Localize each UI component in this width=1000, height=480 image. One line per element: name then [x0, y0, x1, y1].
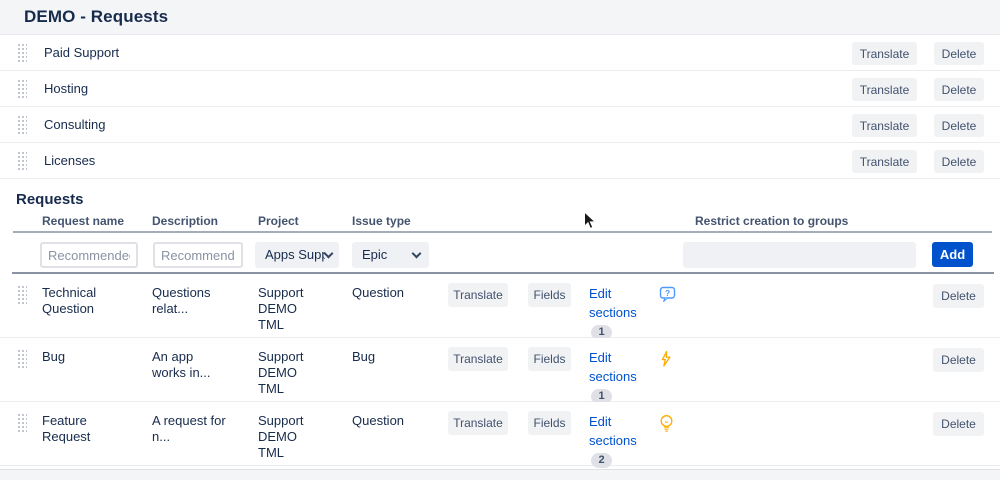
- lightbulb-icon: [659, 414, 674, 438]
- delete-button[interactable]: Delete: [934, 114, 984, 137]
- translate-button[interactable]: Translate: [852, 150, 917, 173]
- fields-button[interactable]: Fields: [528, 411, 571, 435]
- translate-button[interactable]: Translate: [852, 114, 917, 137]
- list-item-hosting: Hosting Translate Delete: [0, 71, 1000, 107]
- translate-button[interactable]: Translate: [448, 283, 508, 307]
- request-name-cell: Technical Question: [42, 285, 118, 317]
- page-title: DEMO - Requests: [24, 7, 168, 27]
- issue-type-select[interactable]: Epic: [352, 242, 429, 268]
- issue-type-cell: Question: [352, 413, 442, 429]
- edit-sections-link[interactable]: Edit sections: [589, 284, 645, 322]
- drag-handle-icon[interactable]: [17, 151, 27, 172]
- project-select[interactable]: Apps Supp: [255, 242, 339, 268]
- translate-button[interactable]: Translate: [852, 42, 917, 65]
- drag-handle-icon[interactable]: [17, 115, 27, 136]
- drag-handle-icon[interactable]: [17, 43, 27, 64]
- question-bubble-icon: ?: [659, 286, 677, 308]
- request-name-input[interactable]: [40, 242, 138, 268]
- drag-handle-icon[interactable]: [17, 285, 27, 306]
- drag-handle-icon[interactable]: [17, 79, 27, 100]
- requests-table-body: Technical Question Questions relat... Su…: [0, 274, 1000, 466]
- column-header-restrict-groups: Restrict creation to groups: [695, 214, 848, 228]
- edit-sections-link[interactable]: Edit sections: [589, 412, 645, 450]
- table-row-bug: Bug An app works in... Support DEMO TML …: [0, 338, 1000, 402]
- edit-sections-link[interactable]: Edit sections: [589, 348, 645, 386]
- table-header-divider: [13, 231, 992, 233]
- lightning-icon: [659, 350, 672, 373]
- request-name-cell: Feature Request: [42, 413, 118, 445]
- translate-button[interactable]: Translate: [852, 78, 917, 101]
- table-row-feature-request: Feature Request A request for n... Suppo…: [0, 402, 1000, 466]
- list-item-paid-support: Paid Support Translate Delete: [0, 35, 1000, 71]
- page-header: DEMO - Requests: [0, 0, 1000, 35]
- list-item-label: Licenses: [44, 143, 95, 179]
- list-item-licenses: Licenses Translate Delete: [0, 143, 1000, 179]
- issue-type-select-value: Epic: [362, 247, 387, 262]
- footer-strip: [0, 469, 1000, 480]
- list-item-label: Paid Support: [44, 35, 119, 71]
- issue-type-cell: Question: [352, 285, 442, 301]
- fields-button[interactable]: Fields: [528, 283, 571, 307]
- sections-count-badge: 2: [591, 453, 612, 468]
- project-cell: Support DEMO TML: [258, 413, 318, 461]
- chevron-down-icon: [412, 249, 422, 259]
- list-item-label: Consulting: [44, 107, 105, 143]
- project-cell: Support DEMO TML: [258, 285, 318, 333]
- column-header-description: Description: [152, 214, 218, 228]
- description-cell: An app works in...: [152, 349, 228, 381]
- delete-button[interactable]: Delete: [934, 42, 984, 65]
- request-type-list: Paid Support Translate Delete Hosting Tr…: [0, 35, 1000, 179]
- demo-requests-page: DEMO - Requests Paid Support Translate D…: [0, 0, 1000, 480]
- issue-type-cell: Bug: [352, 349, 442, 365]
- translate-button[interactable]: Translate: [448, 411, 508, 435]
- delete-button[interactable]: Delete: [933, 284, 984, 308]
- description-cell: Questions relat...: [152, 285, 228, 317]
- mouse-cursor-icon: [583, 211, 597, 236]
- project-cell: Support DEMO TML: [258, 349, 318, 397]
- fields-button[interactable]: Fields: [528, 347, 571, 371]
- column-header-issue-type: Issue type: [352, 214, 411, 228]
- chevron-down-icon: [324, 249, 334, 259]
- column-header-request-name: Request name: [42, 214, 124, 228]
- svg-text:?: ?: [665, 288, 670, 298]
- delete-button[interactable]: Delete: [934, 78, 984, 101]
- delete-button[interactable]: Delete: [934, 150, 984, 173]
- drag-handle-icon[interactable]: [17, 349, 27, 370]
- list-item-consulting: Consulting Translate Delete: [0, 107, 1000, 143]
- list-item-label: Hosting: [44, 71, 88, 107]
- project-select-value: Apps Supp: [265, 247, 325, 262]
- translate-button[interactable]: Translate: [448, 347, 508, 371]
- column-header-project: Project: [258, 214, 299, 228]
- request-name-cell: Bug: [42, 349, 118, 365]
- description-input[interactable]: [153, 242, 243, 268]
- delete-button[interactable]: Delete: [933, 348, 984, 372]
- restrict-groups-input[interactable]: [683, 242, 916, 268]
- add-button[interactable]: Add: [932, 242, 973, 267]
- table-row-technical-question: Technical Question Questions relat... Su…: [0, 274, 1000, 338]
- description-cell: A request for n...: [152, 413, 228, 445]
- delete-button[interactable]: Delete: [933, 412, 984, 436]
- drag-handle-icon[interactable]: [17, 413, 27, 434]
- requests-section-title: Requests: [16, 191, 84, 208]
